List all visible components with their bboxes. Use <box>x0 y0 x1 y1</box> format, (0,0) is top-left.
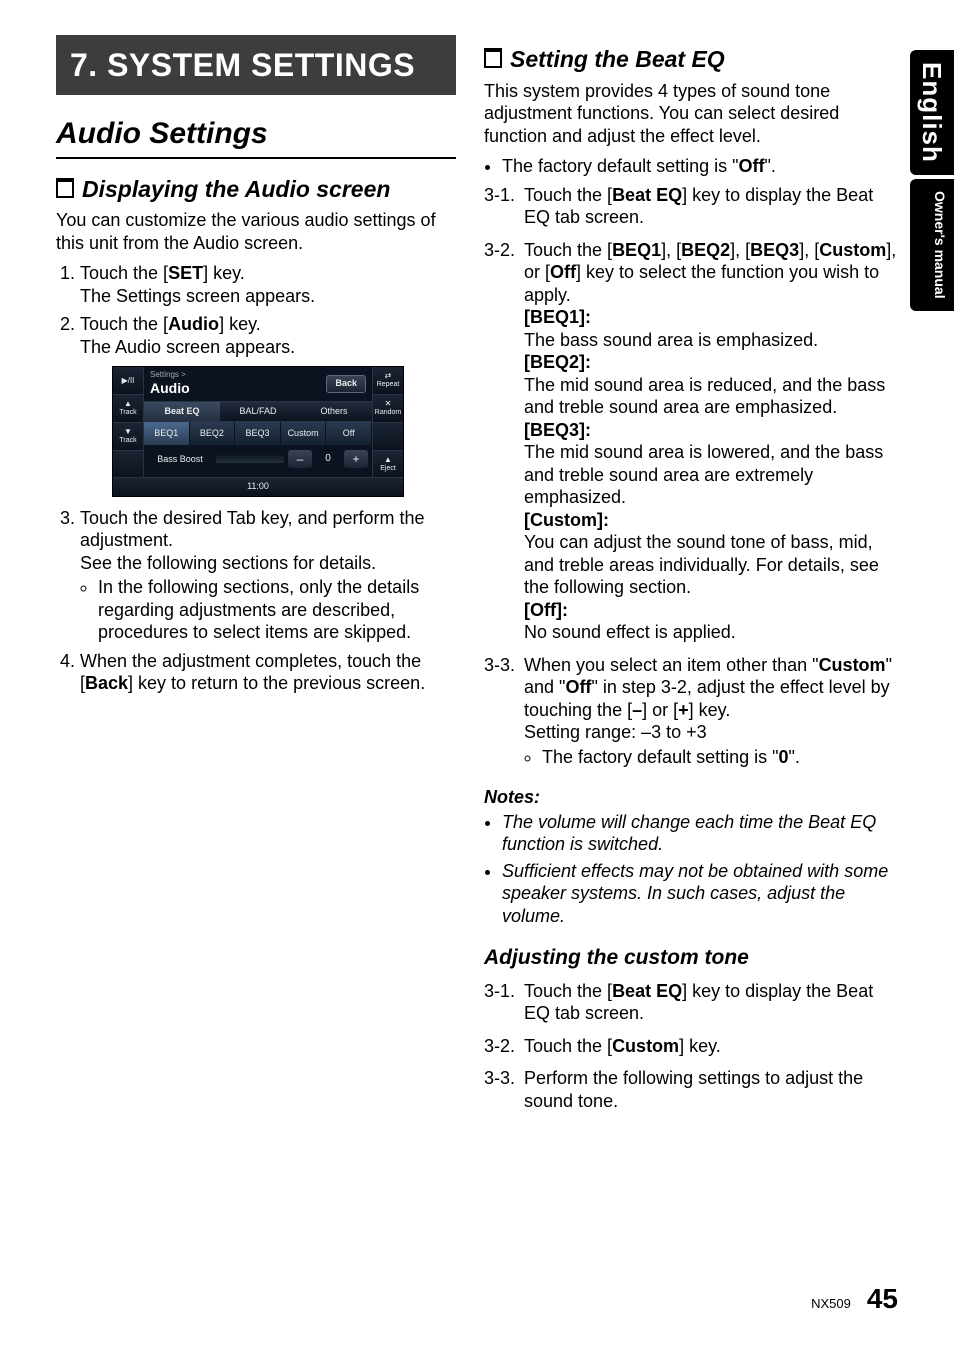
eq-buttons: BEQ1 BEQ2 BEQ3 Custom Off <box>144 422 372 445</box>
repeat-button[interactable]: ⇄ Repeat <box>373 367 403 394</box>
breadcrumb: Settings > <box>150 370 190 380</box>
eject-button[interactable]: ▲ Eject <box>373 450 403 478</box>
screen-right-sidebar: ⇄ Repeat ✕ Random <box>372 367 403 477</box>
model-label: NX509 <box>811 1296 851 1312</box>
procedure-list-left: Touch the [SET] key. The Settings screen… <box>56 262 456 694</box>
beateq-steps: 3-1. Touch the [Beat EQ] key to display … <box>484 184 898 775</box>
left-empty <box>113 450 143 478</box>
step-3-note: In the following sections, only the deta… <box>98 576 456 644</box>
step-2: Touch the [Audio] key. The Audio screen … <box>80 313 456 496</box>
notes-block: Notes: The volume will change each time … <box>484 786 898 927</box>
chapter-heading: 7. SYSTEM SETTINGS <box>56 35 456 95</box>
tab-row: Beat EQ BAL/FAD Others <box>144 401 372 422</box>
step-3-3: When you select an item other than "Cust… <box>524 654 898 775</box>
eq-off[interactable]: Off <box>326 422 372 445</box>
bass-boost-value: 0 <box>316 453 340 466</box>
heading-box-icon <box>56 178 74 198</box>
step-no: 3-2. <box>484 1035 524 1058</box>
minus-button[interactable]: – <box>288 450 312 468</box>
manual-tab: Owner's manual <box>910 179 954 311</box>
intro-paragraph: You can customize the various audio sett… <box>56 209 456 254</box>
heading-box-icon <box>484 48 502 68</box>
beateq-intro: This system provides 4 types of sound to… <box>484 80 898 148</box>
bass-boost-label: Bass Boost <box>148 454 212 465</box>
subsection-title: Setting the Beat EQ <box>510 46 725 72</box>
eq-beq2[interactable]: BEQ2 <box>190 422 236 445</box>
step-no: 3-1. <box>484 184 524 229</box>
right-empty <box>373 422 403 450</box>
step-no: 3-2. <box>484 239 524 644</box>
subsection-heading-display: Displaying the Audio screen <box>56 175 456 204</box>
random-button[interactable]: ✕ Random <box>373 394 403 422</box>
heading-rule <box>56 157 456 159</box>
beateq-default: The factory default setting is "Off". <box>502 155 898 178</box>
custom-steps: 3-1. Touch the [Beat EQ] key to display … <box>484 980 898 1113</box>
side-tabs: English Owner's manual <box>910 50 954 315</box>
custom-step-3-3: Perform the following settings to adjust… <box>524 1067 898 1112</box>
step-no: 3-3. <box>484 1067 524 1112</box>
note-1: The volume will change each time the Bea… <box>502 811 898 856</box>
step-3-2: Touch the [BEQ1], [BEQ2], [BEQ3], [Custo… <box>524 239 898 644</box>
eq-beq3[interactable]: BEQ3 <box>235 422 281 445</box>
step-1: Touch the [SET] key. The Settings screen… <box>80 262 456 307</box>
plus-button[interactable]: + <box>344 450 368 468</box>
subsection-title: Displaying the Audio screen <box>82 176 390 202</box>
back-button[interactable]: Back <box>326 375 366 392</box>
custom-step-3-2: Touch the [Custom] key. <box>524 1035 898 1058</box>
page-number: 45 <box>867 1281 898 1316</box>
bass-boost-row: Bass Boost – 0 + <box>144 445 372 473</box>
lang-tab: English <box>910 50 954 175</box>
tab-beat-eq[interactable]: Beat EQ <box>144 402 220 421</box>
section-heading: Audio Settings <box>56 115 456 153</box>
subsection-heading-beateq: Setting the Beat EQ <box>484 45 898 74</box>
step-no: 3-3. <box>484 654 524 775</box>
step-3: Touch the desired Tab key, and perform t… <box>80 507 456 644</box>
notes-heading: Notes: <box>484 786 898 809</box>
track-down-button[interactable]: ▼ Track <box>113 422 143 450</box>
audio-screen-figure: ▶/II ▲ Track ▼ <box>112 366 404 496</box>
custom-step-3-1: Touch the [Beat EQ] key to display the B… <box>524 980 898 1025</box>
track-up-button[interactable]: ▲ Track <box>113 394 143 422</box>
note-2: Sufficient effects may not be obtained w… <box>502 860 898 928</box>
play-pause-button[interactable]: ▶/II <box>113 367 143 394</box>
step-4: When the adjustment completes, touch the… <box>80 650 456 695</box>
eq-beq1[interactable]: BEQ1 <box>144 422 190 445</box>
screen-left-sidebar: ▶/II ▲ Track ▼ <box>113 367 144 477</box>
step-3-1: Touch the [Beat EQ] key to display the B… <box>524 184 898 229</box>
tab-others[interactable]: Others <box>296 402 372 421</box>
subsection-heading-custom: Adjusting the custom tone <box>484 945 898 971</box>
tab-bal-fad[interactable]: BAL/FAD <box>220 402 296 421</box>
page-footer: NX509 45 <box>811 1281 898 1316</box>
bass-boost-slider[interactable] <box>216 455 284 463</box>
step-no: 3-1. <box>484 980 524 1025</box>
step-3-3-default: The factory default setting is "0". <box>542 746 898 769</box>
eq-custom[interactable]: Custom <box>281 422 327 445</box>
screen-title: Audio <box>150 380 190 398</box>
